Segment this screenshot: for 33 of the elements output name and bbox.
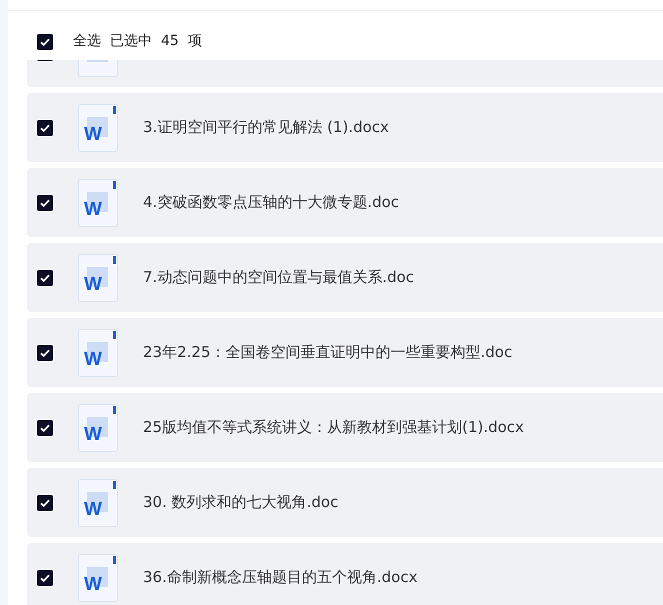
file-name: 30. 数列求和的七大视角.doc: [143, 492, 338, 514]
file-row[interactable]: W 30. 数列求和的七大视角.doc: [27, 468, 663, 537]
file-row[interactable]: W 23年2.25：全国卷空间垂直证明中的一些重要构型.doc: [27, 318, 663, 387]
file-name: 3.证明空间平行的常见解法 (1).docx: [143, 117, 389, 138]
word-document-icon: W: [78, 254, 118, 302]
word-document-icon: W: [78, 104, 118, 152]
file-name: 36.命制新概念压轴题目的五个视角.docx: [143, 567, 418, 588]
select-all-label[interactable]: 全选: [73, 31, 101, 52]
file-name: 23年2.25：全国卷空间垂直证明中的一些重要构型.doc: [143, 342, 512, 364]
checkbox[interactable]: [37, 34, 53, 50]
file-row[interactable]: W 36.命制新概念压轴题目的五个视角.docx: [27, 543, 663, 605]
checkbox[interactable]: [37, 494, 53, 510]
checkbox[interactable]: [37, 194, 53, 210]
file-row[interactable]: W 7.动态问题中的空间位置与最值关系.doc: [27, 243, 663, 312]
file-name: 7.动态问题中的空间位置与最值关系.doc: [143, 267, 414, 288]
word-document-icon: W: [78, 328, 118, 376]
file-name: 4.突破函数零点压轴的十大微专题.doc: [143, 192, 400, 214]
file-name: 25版均值不等式系统讲义：从新教材到强基计划(1).docx: [143, 417, 524, 438]
file-row[interactable]: W 25版均值不等式系统讲义：从新教材到强基计划(1).docx: [27, 393, 663, 462]
selected-count: 45: [161, 32, 179, 51]
word-document-icon: W: [78, 478, 118, 526]
selected-label: 已选中: [110, 32, 152, 51]
checkbox[interactable]: [37, 344, 53, 360]
word-document-icon: W: [78, 554, 118, 602]
checkbox[interactable]: [37, 570, 53, 586]
checkbox[interactable]: [37, 120, 53, 136]
file-row[interactable]: W 4.突破函数零点压轴的十大微专题.doc: [27, 168, 663, 237]
word-document-icon: W: [78, 404, 118, 452]
file-row[interactable]: W 3.证明空间平行的常见解法 (1).docx: [27, 93, 663, 162]
word-document-icon: W: [78, 178, 118, 226]
checkbox[interactable]: [37, 270, 53, 286]
checkbox[interactable]: [37, 420, 53, 436]
count-unit: 项: [188, 32, 202, 51]
